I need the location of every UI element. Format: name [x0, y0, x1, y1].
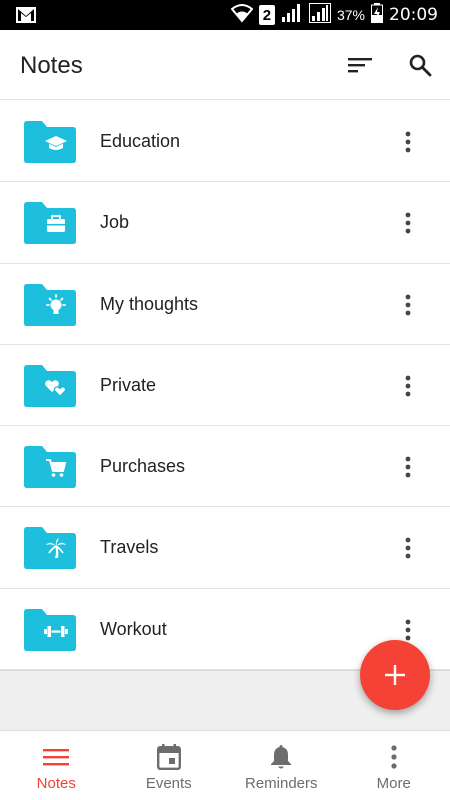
folder-item-education[interactable]: Education [0, 101, 450, 183]
sort-icon [348, 58, 372, 73]
clock: 20:09 [389, 5, 438, 25]
palm-tree-icon [24, 527, 76, 570]
more-options-button[interactable] [396, 209, 420, 237]
more-options-button[interactable] [396, 372, 420, 400]
more-vertical-icon [405, 131, 411, 153]
folder-label: Travels [100, 537, 159, 558]
nav-item-reminders[interactable]: Reminders [225, 731, 338, 800]
folder-label: Workout [100, 618, 167, 639]
app-bar: Notes [0, 30, 450, 100]
nav-item-events[interactable]: Events [113, 731, 226, 800]
more-vertical-icon [405, 538, 411, 559]
lightbulb-icon [24, 283, 76, 326]
gmail-icon [16, 7, 36, 28]
more-options-button[interactable] [396, 453, 420, 481]
briefcase-icon [24, 202, 76, 245]
folder-item-travels[interactable]: Travels [0, 507, 450, 589]
more-options-button[interactable] [396, 534, 420, 562]
folder-label: My thoughts [100, 293, 199, 314]
signal-icon [308, 2, 331, 28]
graduation-cap-icon [24, 121, 76, 163]
folder-label: Private [100, 374, 157, 395]
bell-icon [267, 743, 295, 771]
search-icon [409, 54, 432, 77]
folder-item-job[interactable]: Job [0, 182, 450, 264]
nav-label: Notes [36, 775, 76, 792]
folder-label: Purchases [100, 456, 186, 477]
signal-icon [281, 3, 303, 28]
battery-charging-icon [371, 2, 383, 28]
nav-label: More [376, 775, 411, 792]
more-options-button[interactable] [396, 291, 420, 319]
nav-item-more[interactable]: More [338, 731, 450, 800]
more-vertical-icon [405, 456, 411, 478]
more-vertical-icon [380, 743, 408, 771]
folder-item-private[interactable]: Private [0, 344, 450, 427]
folder-label: Job [100, 212, 130, 233]
nav-label: Events [145, 775, 192, 792]
hearts-icon [24, 364, 76, 407]
more-vertical-icon [405, 294, 411, 315]
calendar-icon [155, 743, 183, 771]
nav-label: Reminders [244, 775, 318, 792]
more-vertical-icon [405, 212, 411, 234]
bottom-nav: Notes Events Reminders More [0, 730, 450, 800]
folder-item-my-thoughts[interactable]: My thoughts [0, 263, 450, 345]
sim-indicator: 2 [258, 5, 275, 25]
search-button[interactable] [403, 48, 437, 82]
add-note-button[interactable] [360, 640, 430, 710]
more-vertical-icon [405, 619, 411, 641]
more-vertical-icon [405, 375, 411, 397]
sort-button[interactable] [343, 48, 377, 82]
plus-icon [385, 665, 405, 685]
more-options-button[interactable] [396, 128, 420, 156]
wifi-icon [230, 3, 254, 28]
dumbbell-icon [24, 608, 76, 651]
folder-label: Education [100, 131, 181, 151]
folder-list: Education Job My thoughts Private Purcha… [0, 101, 450, 671]
folder-item-purchases[interactable]: Purchases [0, 426, 450, 508]
cart-icon [24, 446, 76, 489]
nav-item-notes[interactable]: Notes [0, 731, 113, 800]
page-title: Notes [20, 52, 83, 79]
status-bar: 2 37% 20:09 [0, 0, 450, 30]
battery-percent: 37% [336, 7, 365, 23]
notes-list-icon [42, 743, 70, 771]
